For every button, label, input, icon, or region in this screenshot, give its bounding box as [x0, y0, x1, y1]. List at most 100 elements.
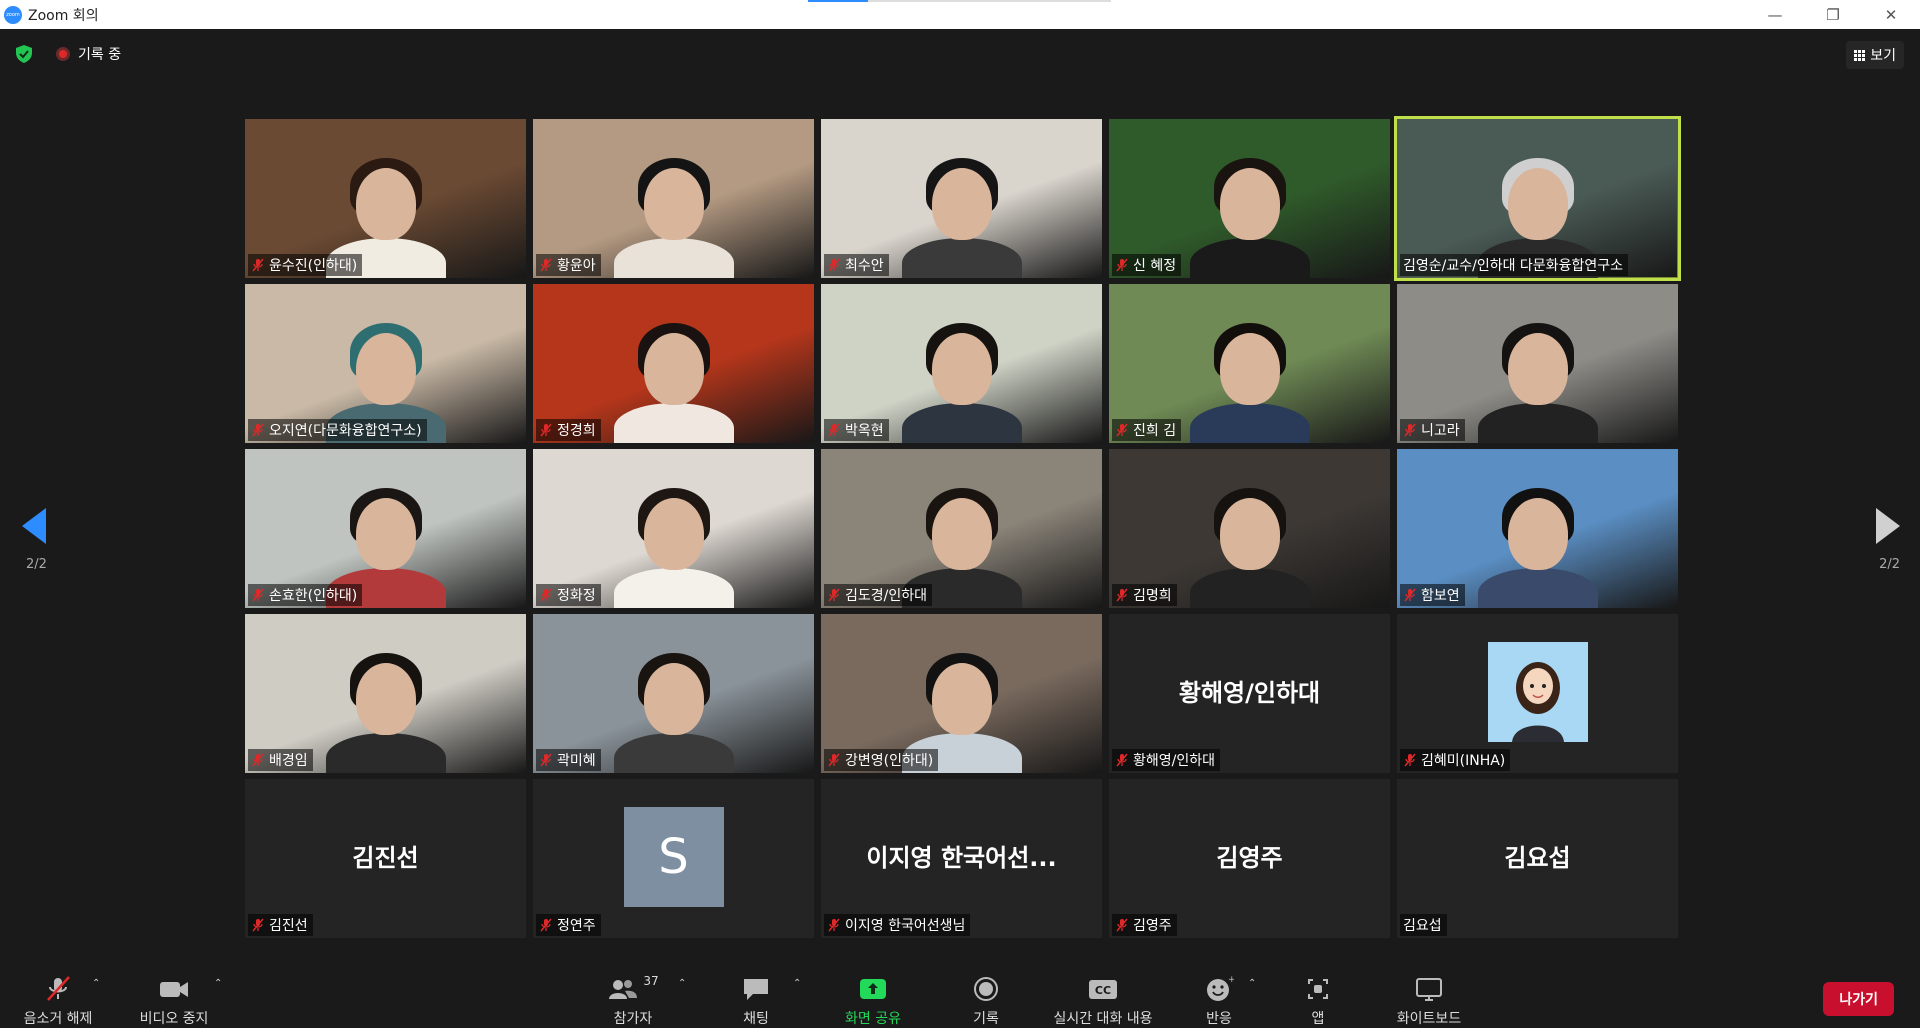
recording-indicator[interactable]: 기록 중 — [56, 44, 121, 64]
minimize-icon[interactable]: — — [1746, 0, 1804, 29]
participant-head — [643, 498, 704, 570]
view-button[interactable]: 보기 — [1846, 41, 1904, 69]
muted-mic-icon — [1116, 588, 1128, 602]
muted-mic-icon — [828, 918, 840, 932]
participants-button[interactable]: 37 참가자 — [588, 966, 678, 1028]
close-icon[interactable]: ✕ — [1862, 0, 1920, 29]
participant-name: 곽미혜 — [557, 753, 596, 769]
muted-mic-icon — [1404, 588, 1416, 602]
unmute-label: 음소거 해제 — [23, 1011, 93, 1027]
whiteboard-button[interactable]: 화이트보드 — [1384, 966, 1474, 1028]
participant-name: 김영순/교수/인하대 다문화융합연구소 — [1403, 258, 1623, 274]
participant-tile[interactable]: S 정연주 — [533, 779, 814, 938]
leave-button[interactable]: 나가기 — [1823, 982, 1894, 1016]
participant-tile[interactable]: 니고라 — [1397, 284, 1678, 443]
muted-mic-icon — [252, 753, 264, 767]
participant-head — [643, 663, 704, 735]
participant-nameplate: 황해영/인하대 — [1112, 749, 1220, 771]
participant-head — [355, 333, 416, 405]
video-camera-icon — [160, 982, 188, 997]
participant-nameplate: 김도경/인하대 — [824, 584, 932, 606]
security-shield-icon[interactable] — [14, 44, 34, 64]
participant-tile[interactable]: 박옥현 — [821, 284, 1102, 443]
apps-button[interactable]: 앱 — [1282, 966, 1354, 1028]
record-button[interactable]: 기록 — [946, 966, 1026, 1028]
participant-tile[interactable]: 황윤아 — [533, 119, 814, 278]
participant-tile[interactable]: 오지연(다문화융합연구소) — [245, 284, 526, 443]
participant-nameplate: 정연주 — [536, 914, 601, 936]
participant-tile[interactable]: 김진선 김진선 — [245, 779, 526, 938]
participant-tile[interactable]: 김영순/교수/인하대 다문화융합연구소 — [1394, 116, 1681, 281]
participant-tile[interactable]: 함보연 — [1397, 449, 1678, 608]
muted-mic-icon — [252, 258, 264, 272]
participant-nameplate: 곽미혜 — [536, 749, 601, 771]
participant-tile[interactable]: 진희 김 — [1109, 284, 1390, 443]
apps-label: 앱 — [1311, 1011, 1325, 1027]
participant-head — [355, 663, 416, 735]
participants-options-caret-icon[interactable]: ⌃ — [678, 978, 686, 989]
loading-progress-fill — [808, 0, 868, 2]
muted-mic-icon — [1404, 753, 1416, 767]
meeting-topbar: 기록 중 보기 — [0, 29, 1920, 79]
previous-page-nav[interactable]: 2/2 — [20, 508, 70, 572]
participant-name: 황해영/인하대 — [1133, 753, 1215, 769]
reactions-options-caret-icon[interactable]: ⌃ — [1248, 978, 1256, 989]
participant-tile[interactable]: 신 혜정 — [1109, 119, 1390, 278]
participant-video — [1189, 313, 1310, 443]
participant-head — [1507, 168, 1568, 240]
participant-name: 정화정 — [557, 588, 596, 604]
record-label: 기록 — [973, 1011, 999, 1027]
restore-icon[interactable]: ❐ — [1804, 0, 1862, 29]
reactions-label: 반응 — [1206, 1011, 1232, 1027]
participant-tile[interactable]: 정화정 — [533, 449, 814, 608]
unmute-button[interactable]: 음소거 해제 — [18, 966, 98, 1028]
video-options-caret-icon[interactable]: ⌃ — [214, 978, 222, 989]
participant-name: 배경임 — [269, 753, 308, 769]
participant-avatar: S — [623, 807, 724, 907]
participant-head — [643, 168, 704, 240]
participant-tile[interactable]: 강변영(인하대) — [821, 614, 1102, 773]
participant-tile[interactable]: 김도경/인하대 — [821, 449, 1102, 608]
chat-button[interactable]: 채팅 — [716, 966, 796, 1028]
participant-video — [901, 148, 1022, 278]
participant-name: 강변영(인하대) — [845, 753, 934, 769]
chat-options-caret-icon[interactable]: ⌃ — [793, 978, 801, 989]
share-screen-button[interactable]: 화면 공유 — [830, 966, 916, 1028]
recording-label: 기록 중 — [78, 47, 122, 63]
participant-tile[interactable]: 김혜미(INHA) — [1397, 614, 1678, 773]
participant-nameplate: 김영주 — [1112, 914, 1177, 936]
reactions-button[interactable]: + 반응 — [1180, 966, 1258, 1028]
participant-body — [325, 733, 446, 773]
next-page-nav[interactable]: 2/2 — [1850, 508, 1900, 572]
stop-video-button[interactable]: 비디오 중지 — [134, 966, 214, 1028]
participant-tile[interactable]: 배경임 — [245, 614, 526, 773]
participant-name: 함보연 — [1421, 588, 1460, 604]
muted-mic-icon — [828, 588, 840, 602]
participant-tile[interactable]: 손효한(인하대) — [245, 449, 526, 608]
participant-tile[interactable]: 윤수진(인하대) — [245, 119, 526, 278]
participant-nameplate: 김진선 — [248, 914, 313, 936]
participant-body — [1189, 568, 1310, 608]
window-titlebar: zoom Zoom 회의 — ❐ ✕ — [0, 0, 1920, 29]
participant-tile[interactable]: 최수안 — [821, 119, 1102, 278]
participant-body — [613, 568, 734, 608]
next-page-arrow-icon[interactable] — [1876, 508, 1900, 544]
participant-body — [613, 733, 734, 773]
participants-icon — [609, 980, 638, 999]
participant-tile[interactable]: 김요섭 김요섭 — [1397, 779, 1678, 938]
participant-tile[interactable]: 이지영 한국어선... 이지영 한국어선생님 — [821, 779, 1102, 938]
participant-tile[interactable]: 곽미혜 — [533, 614, 814, 773]
participant-tile[interactable]: 황해영/인하대 황해영/인하대 — [1109, 614, 1390, 773]
participant-tile[interactable]: 김명희 — [1109, 449, 1390, 608]
participant-name: 이지영 한국어선생님 — [845, 918, 966, 934]
previous-page-arrow-icon[interactable] — [22, 508, 46, 544]
muted-mic-icon — [828, 423, 840, 437]
audio-options-caret-icon[interactable]: ⌃ — [92, 978, 100, 989]
participant-tile[interactable]: 김영주 김영주 — [1109, 779, 1390, 938]
participant-head — [931, 333, 992, 405]
live-transcript-button[interactable]: CC 실시간 대화 내용 — [1040, 966, 1166, 1028]
svg-text:+: + — [1228, 975, 1234, 985]
participant-tile[interactable]: 정경희 — [533, 284, 814, 443]
muted-mic-icon — [540, 918, 552, 932]
participant-nameplate: 강변영(인하대) — [824, 749, 939, 771]
